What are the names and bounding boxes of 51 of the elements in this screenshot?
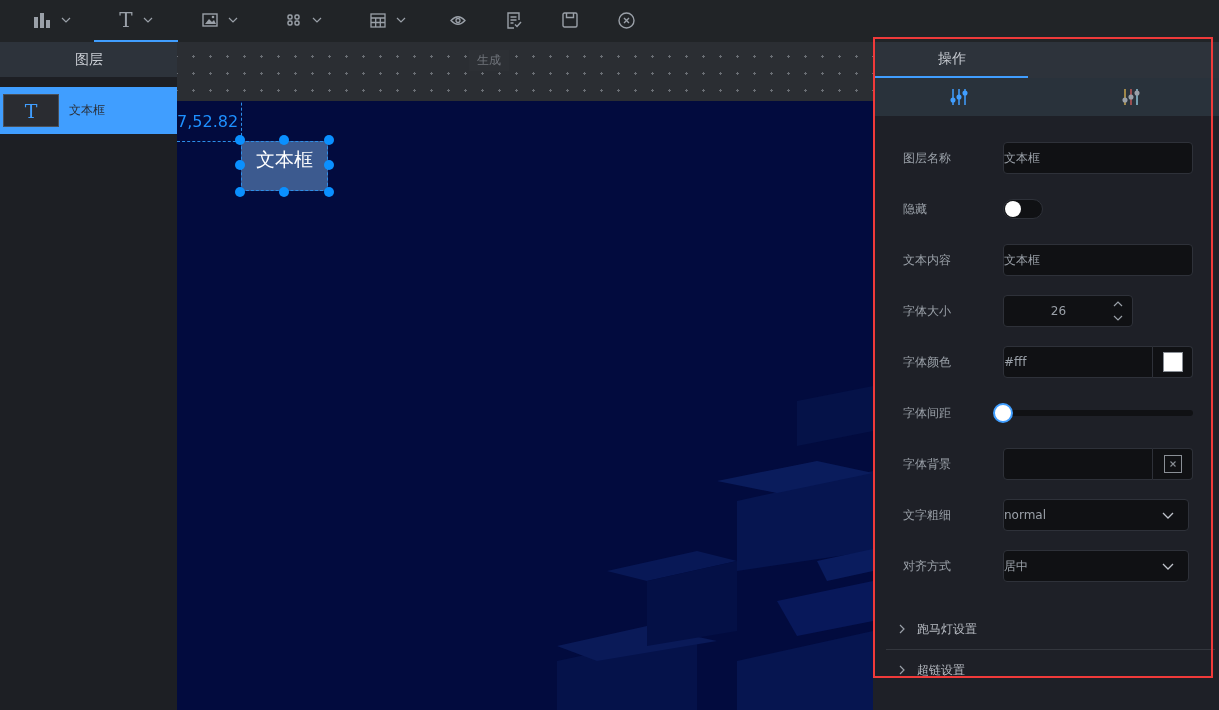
layer-item[interactable]: T 文本框 — [0, 87, 177, 134]
field-label: 文字粗细 — [903, 506, 952, 524]
collapse-header[interactable]: 跑马灯设置 — [886, 609, 1215, 649]
color-picker[interactable] — [1153, 346, 1193, 378]
chevron-icon — [899, 624, 905, 634]
chevron-down-icon — [1162, 562, 1174, 570]
input-field[interactable]: #fff — [1003, 346, 1153, 378]
close-icon — [617, 11, 635, 29]
dropdown[interactable]: normal — [1003, 499, 1189, 531]
collapse-header[interactable]: 超链设置 — [886, 649, 1215, 690]
bar-chart-icon — [33, 12, 51, 28]
table-icon — [370, 12, 386, 28]
resize-handle[interactable] — [235, 187, 245, 197]
slider-thumb[interactable] — [993, 403, 1013, 423]
resize-handle[interactable] — [324, 135, 334, 145]
input-field[interactable] — [1003, 448, 1153, 480]
resize-handle[interactable] — [235, 160, 245, 170]
document-check-icon — [506, 11, 522, 29]
resize-handle[interactable] — [324, 187, 334, 197]
text-element[interactable]: 文本框 — [241, 141, 328, 191]
field-label: 文本内容 — [903, 251, 952, 269]
field-label: 隐藏 — [903, 200, 928, 218]
resize-handle[interactable] — [324, 160, 334, 170]
field-label: 字体颜色 — [903, 353, 952, 371]
input-field[interactable]: 文本框 — [1003, 142, 1193, 174]
field-label: 字体大小 — [903, 302, 952, 320]
grid-icon — [286, 14, 302, 26]
slider[interactable] — [993, 403, 1193, 423]
text-glyph: T — [119, 10, 133, 30]
chevron-icon — [899, 665, 905, 675]
input-field[interactable]: 文本框 — [1003, 244, 1193, 276]
layer-thumbnail: T — [3, 94, 59, 127]
save-icon — [562, 12, 578, 28]
resize-handle[interactable] — [235, 135, 245, 145]
resize-handle[interactable] — [279, 135, 289, 145]
stepper-icon[interactable] — [1113, 300, 1123, 322]
image-icon — [202, 13, 218, 27]
field-label: 图层名称 — [903, 149, 952, 167]
clear-icon — [1163, 455, 1182, 473]
eye-icon — [450, 14, 466, 26]
chevron-down-icon — [1162, 511, 1174, 519]
field-label: 字体间距 — [903, 404, 952, 422]
resize-handle[interactable] — [279, 187, 289, 197]
toggle-switch[interactable] — [1003, 199, 1043, 219]
sidebar-title: 图层 — [0, 42, 177, 77]
field-label: 对齐方式 — [903, 557, 952, 575]
field-label: 字体背景 — [903, 455, 952, 473]
coordinate-label: 7,52.82 — [177, 112, 239, 131]
dropdown[interactable]: 居中 — [1003, 550, 1189, 582]
color-picker[interactable] — [1153, 448, 1193, 480]
number-field[interactable]: 26 — [1003, 295, 1133, 327]
